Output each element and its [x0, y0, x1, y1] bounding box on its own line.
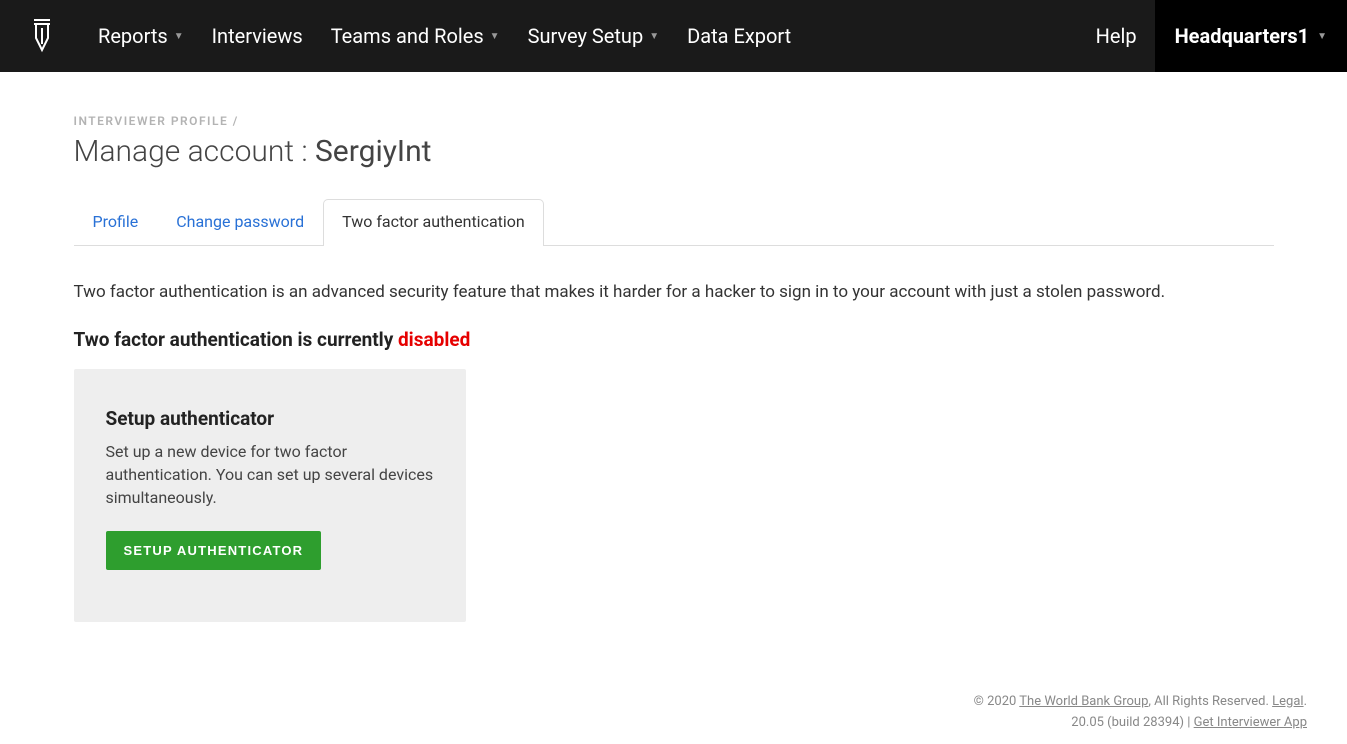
footer-app-link[interactable]: Get Interviewer App	[1194, 715, 1307, 730]
status-prefix: Two factor authentication is currently	[74, 328, 398, 351]
nav-label: Data Export	[687, 24, 791, 48]
footer: © 2020 The World Bank Group, All Rights …	[0, 622, 1347, 744]
tab-change-password[interactable]: Change password	[157, 199, 323, 245]
nav-label: Reports	[98, 24, 168, 48]
card-title: Setup authenticator	[106, 407, 434, 430]
nav-label: Headquarters1	[1175, 24, 1310, 48]
card-desc: Set up a new device for two factor authe…	[106, 440, 434, 510]
footer-org-link[interactable]: The World Bank Group	[1019, 694, 1148, 709]
tab-two-factor[interactable]: Two factor authentication	[323, 199, 544, 245]
chevron-down-icon: ▼	[490, 31, 500, 42]
nav-teams-roles[interactable]: Teams and Roles ▼	[317, 0, 514, 72]
intro-text: Two factor authentication is an advanced…	[74, 280, 1274, 306]
tabs: Profile Change password Two factor authe…	[74, 199, 1274, 246]
nav-account[interactable]: Headquarters1 ▼	[1155, 0, 1347, 72]
nav-right: Help Headquarters1 ▼	[1078, 0, 1347, 72]
status-line: Two factor authentication is currently d…	[74, 328, 1274, 351]
chevron-down-icon: ▼	[649, 31, 659, 42]
nav-label: Survey Setup	[528, 24, 644, 48]
breadcrumb: INTERVIEWER PROFILE /	[74, 114, 1274, 128]
page-title-username: SergiyInt	[315, 134, 431, 169]
footer-legal-suffix: .	[1304, 694, 1307, 709]
setup-card: Setup authenticator Set up a new device …	[74, 369, 466, 623]
top-navbar: Reports ▼ Interviews Teams and Roles ▼ S…	[0, 0, 1347, 72]
nav-label: Teams and Roles	[331, 24, 484, 48]
tab-profile[interactable]: Profile	[74, 199, 158, 245]
logo[interactable]	[30, 0, 84, 72]
nav-data-export[interactable]: Data Export	[673, 0, 805, 72]
chevron-down-icon: ▼	[1317, 31, 1327, 42]
footer-copyright: © 2020	[974, 694, 1020, 709]
nav-reports[interactable]: Reports ▼	[84, 0, 198, 72]
nav-interviews[interactable]: Interviews	[198, 0, 317, 72]
footer-legal-link[interactable]: Legal	[1272, 694, 1303, 709]
nav-label: Help	[1096, 24, 1137, 48]
page-title-prefix: Manage account :	[74, 134, 315, 169]
main-container: INTERVIEWER PROFILE / Manage account : S…	[54, 72, 1294, 622]
nav-label: Interviews	[212, 24, 303, 48]
nav-survey-setup[interactable]: Survey Setup ▼	[514, 0, 674, 72]
page-title: Manage account : SergiyInt	[74, 134, 1274, 169]
chevron-down-icon: ▼	[174, 31, 184, 42]
status-value: disabled	[398, 328, 470, 351]
nav-items: Reports ▼ Interviews Teams and Roles ▼ S…	[84, 0, 1078, 72]
footer-version: 20.05 (build 28394) |	[1071, 715, 1193, 730]
tab-content: Two factor authentication is an advanced…	[74, 246, 1274, 622]
nav-help[interactable]: Help	[1078, 0, 1155, 72]
setup-authenticator-button[interactable]: SETUP AUTHENTICATOR	[106, 531, 322, 570]
footer-rights: , All Rights Reserved.	[1148, 694, 1272, 709]
